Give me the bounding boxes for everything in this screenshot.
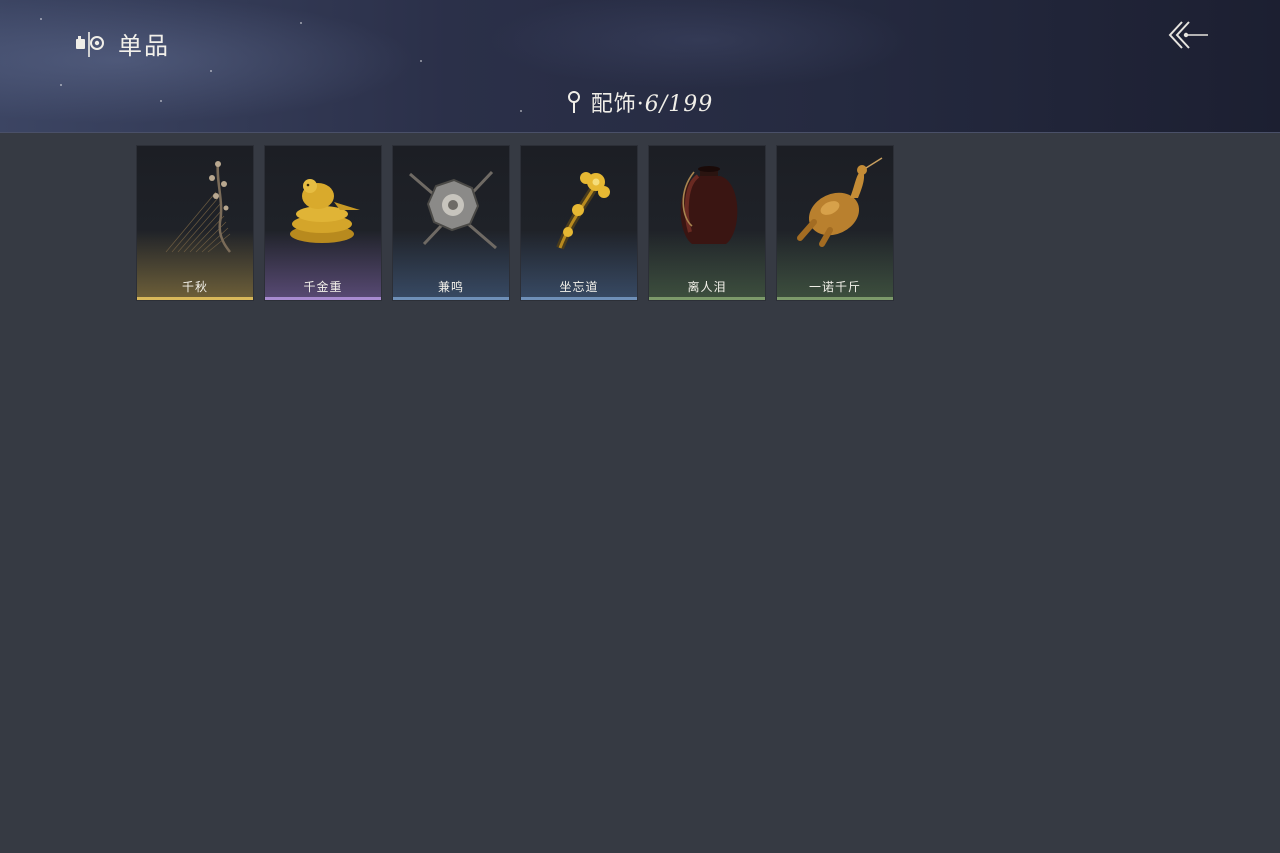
roast-chicken-icon — [797, 157, 883, 247]
golden-flower-hairpin-icon — [556, 172, 610, 250]
item-grid: 千秋 千金重 兼鸣 坐忘道 离人泪 一诺千斤 — [136, 145, 894, 301]
plum-blossom-zither-icon — [165, 161, 231, 253]
item-card[interactable]: 一诺千斤 — [776, 145, 894, 301]
page-title-group: 单品 — [74, 26, 170, 61]
rarity-bar — [137, 297, 253, 300]
item-card[interactable]: 千秋 — [136, 145, 254, 301]
rarity-bar — [521, 297, 637, 300]
double-chevron-left-icon[interactable] — [1164, 18, 1212, 52]
item-card[interactable]: 离人泪 — [648, 145, 766, 301]
pin-icon — [567, 91, 580, 113]
category-header: 配饰·6/199 — [0, 86, 1280, 118]
rarity-bar — [649, 297, 765, 300]
item-card[interactable]: 坐忘道 — [520, 145, 638, 301]
page-title: 单品 — [118, 32, 170, 60]
category-label: 配饰·6/199 — [590, 92, 714, 117]
crossed-swords-shield-icon — [409, 170, 497, 250]
item-card[interactable]: 千金重 — [264, 145, 382, 301]
golden-bird-nest-icon — [290, 179, 360, 243]
rarity-bar — [265, 297, 381, 300]
item-name: 坐忘道 — [559, 280, 599, 294]
item-name: 离人泪 — [687, 280, 727, 294]
item-name: 千金重 — [303, 280, 343, 294]
item-card[interactable]: 兼鸣 — [392, 145, 510, 301]
collection-icon — [76, 31, 104, 57]
item-name: 一诺千斤 — [808, 280, 861, 294]
item-name: 千秋 — [181, 280, 208, 294]
category-count: 6/199 — [644, 92, 714, 117]
wine-jar-icon — [680, 166, 738, 244]
item-name: 兼鸣 — [437, 280, 464, 294]
header-banner: 单品 配饰·6/199 — [0, 0, 1280, 133]
rarity-bar — [777, 297, 893, 300]
rarity-bar — [393, 297, 509, 300]
